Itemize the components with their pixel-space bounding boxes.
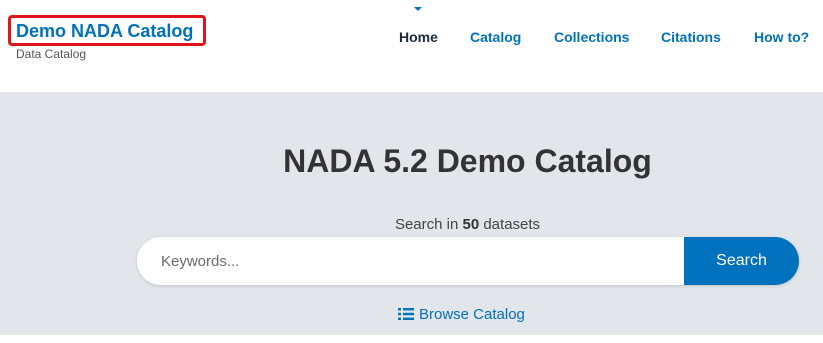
list-icon: [398, 308, 414, 320]
browse-catalog-link[interactable]: Browse Catalog: [398, 304, 525, 324]
search-count-text: Search in 50 datasets: [0, 216, 823, 233]
site-header: Demo NADA Catalog Data Catalog Home Cata…: [0, 0, 823, 92]
active-caret-icon: [414, 7, 422, 11]
nav-citations[interactable]: Citations: [661, 29, 721, 49]
page-title: NADA 5.2 Demo Catalog: [283, 143, 652, 179]
search-input[interactable]: [137, 237, 684, 285]
site-subtitle: Data Catalog: [16, 47, 87, 61]
brand-highlight-box[interactable]: Demo NADA Catalog: [8, 15, 206, 46]
nav-catalog[interactable]: Catalog: [470, 29, 521, 49]
dataset-count: 50: [462, 216, 480, 233]
search-button[interactable]: Search: [684, 237, 799, 285]
search-prefix: Search in: [394, 216, 459, 233]
site-title-link[interactable]: Demo NADA Catalog: [16, 21, 193, 42]
search-suffix: datasets: [483, 216, 541, 233]
browse-catalog-label: Browse Catalog: [419, 305, 525, 323]
nav-how-to[interactable]: How to?: [754, 29, 809, 49]
nav-collections[interactable]: Collections: [554, 29, 629, 49]
page-footer-strip: [0, 335, 823, 343]
search-bar: Search: [137, 237, 799, 285]
hero-section: NADA 5.2 Demo Catalog Search in 50 datas…: [0, 92, 823, 335]
nav-home[interactable]: Home: [399, 29, 438, 49]
